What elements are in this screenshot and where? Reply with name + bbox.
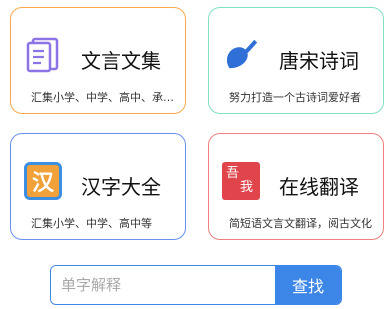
card-title: 在线翻译 <box>279 175 359 199</box>
card-wenyan-collection[interactable]: 文言文集 汇集小学、中学、高中、承传经典 <box>10 7 186 114</box>
card-online-translate[interactable]: 吾 我 在线翻译 简短语文言文翻译，阅古文化 <box>208 133 384 240</box>
card-title: 唐宋诗词 <box>279 49 359 73</box>
seal-stamp-icon: 吾 我 <box>222 162 260 200</box>
search-button[interactable]: 查找 <box>275 266 341 304</box>
document-list-icon <box>24 36 62 74</box>
card-title: 文言文集 <box>81 49 161 73</box>
search-bar: 查找 <box>50 265 342 305</box>
search-input[interactable] <box>51 266 275 304</box>
seal-char-2: 我 <box>240 180 254 195</box>
card-hanzi-encyclopedia[interactable]: 汉 汉字大全 汇集小学、中学、高中等 <box>10 133 186 240</box>
card-subtitle: 努力打造一个古诗词爱好者 <box>229 91 361 104</box>
hanzi-icon: 汉 <box>24 162 62 200</box>
card-title: 汉字大全 <box>81 175 161 199</box>
ink-brush-icon <box>222 36 260 74</box>
card-subtitle: 汇集小学、中学、高中、承传经典 <box>31 91 179 104</box>
hanzi-badge: 汉 <box>24 162 62 200</box>
card-tangsong-poetry[interactable]: 唐宋诗词 努力打造一个古诗词爱好者 <box>208 7 384 114</box>
card-subtitle: 汇集小学、中学、高中等 <box>31 217 152 230</box>
card-subtitle: 简短语文言文翻译，阅古文化 <box>229 217 372 230</box>
seal-char-1: 吾 <box>226 166 240 181</box>
